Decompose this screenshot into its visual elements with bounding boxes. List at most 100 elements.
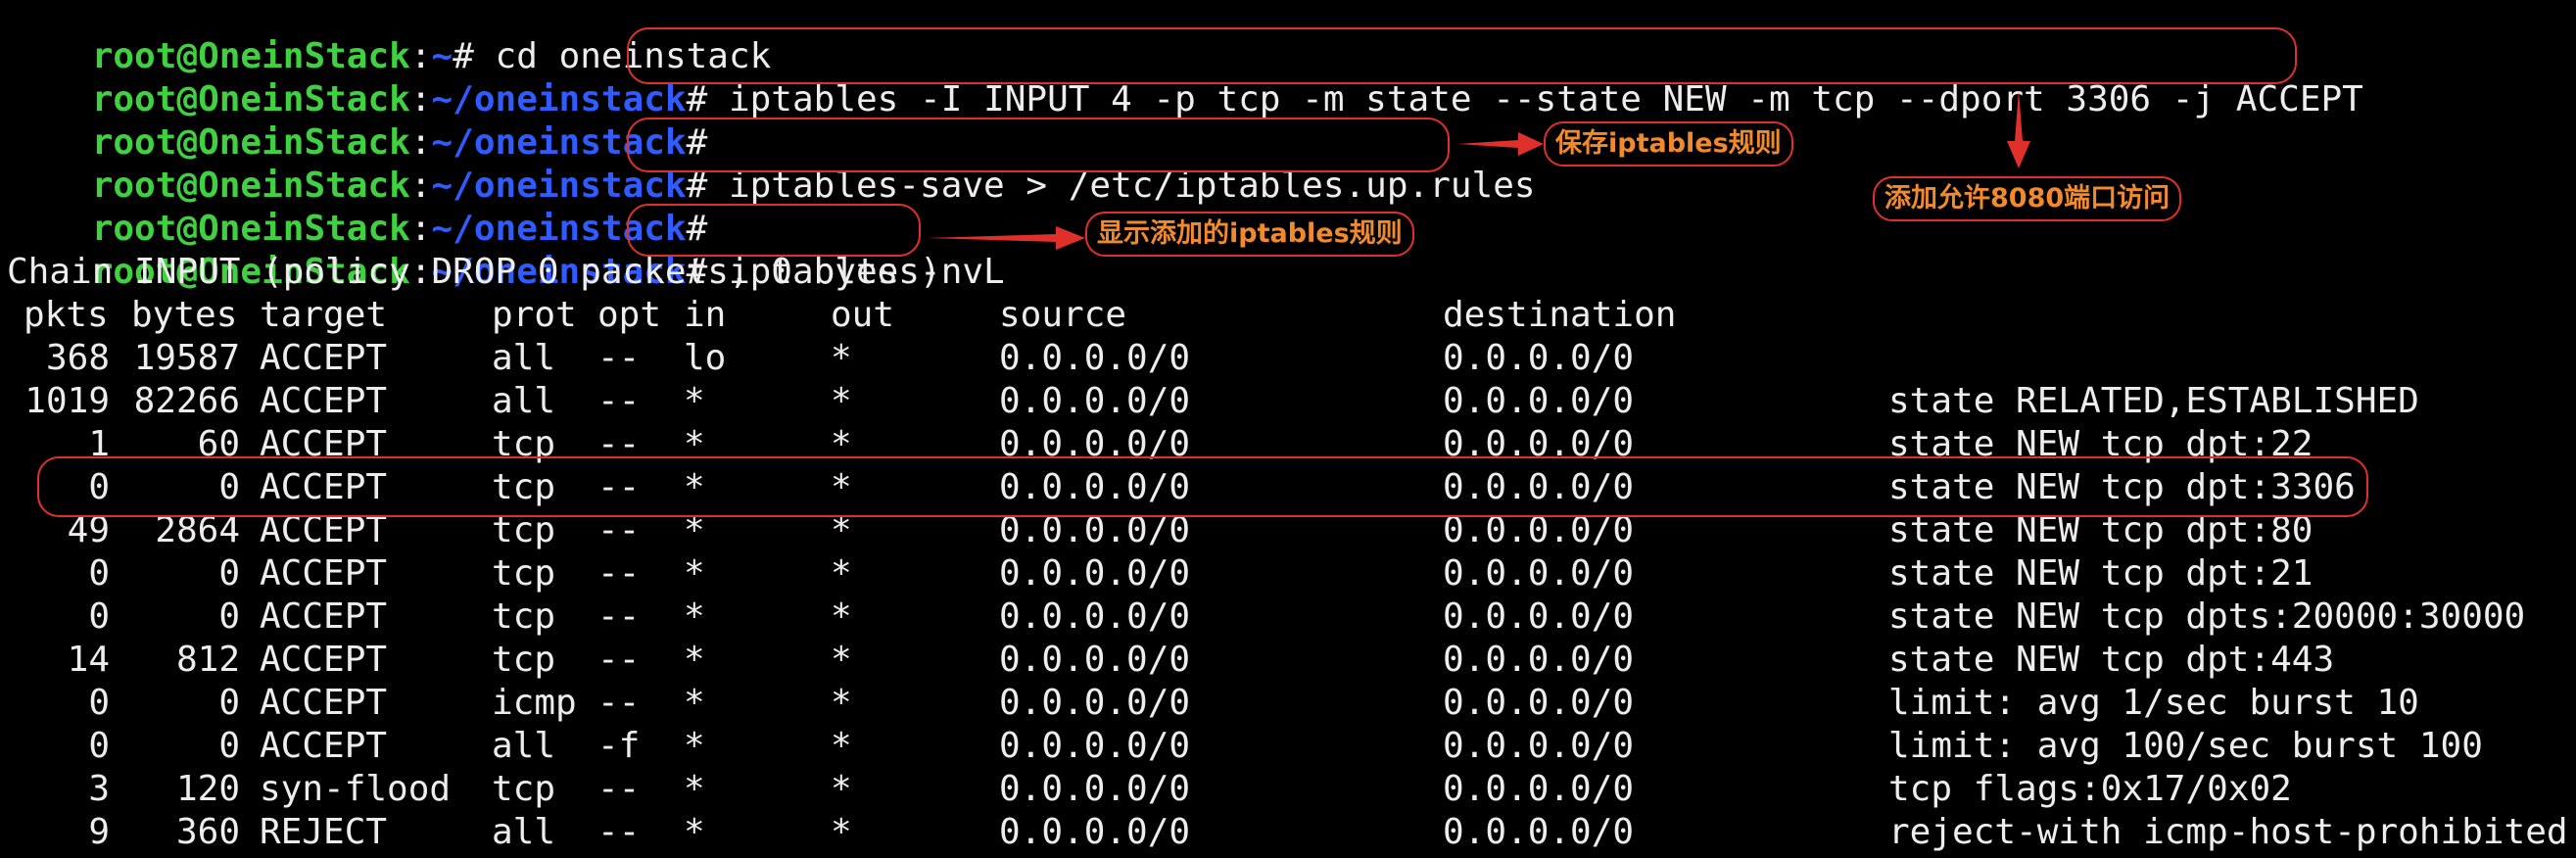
- cell-bytes: 0: [218, 683, 240, 723]
- cell-pkts: 368: [45, 338, 110, 378]
- cell-bytes: 360: [175, 812, 240, 852]
- cell-pkts: 0: [88, 553, 110, 594]
- cell-source: 0.0.0.0/0: [999, 338, 1191, 378]
- cell-prot: all: [492, 812, 556, 852]
- annotation-save-rules: 保存iptables规则: [1544, 121, 1793, 167]
- table-row: 368 19587 ACCEPT all -- lo * 0.0.0.0/0 0.0.0.0/0: [0, 337, 2576, 380]
- cell-out: *: [831, 683, 852, 723]
- command-line-5: root@OneinStack:~/oneinstack#: [7, 165, 708, 249]
- cell-target: ACCEPT: [260, 338, 388, 378]
- table-row: 0 0 ACCEPT tcp -- * * 0.0.0.0/0 0.0.0.0/0 state N…: [0, 596, 2576, 639]
- command-line-3: root@OneinStack:~/oneinstack#: [7, 78, 708, 163]
- cell-source: 0.0.0.0/0: [999, 683, 1191, 723]
- cell-in: *: [684, 683, 705, 723]
- cell-opt: --: [597, 553, 641, 594]
- table-row: 0 0 ACCEPT tcp -- * * 0.0.0.0/0 0.0.0.0/0 state N…: [0, 552, 2576, 596]
- cell-out: *: [831, 812, 852, 852]
- cell-opt: --: [597, 812, 641, 852]
- command-text: iptables -I INPUT 4 -p tcp -m state --st…: [707, 79, 2363, 119]
- cell-destination: 0.0.0.0/0: [1443, 338, 1635, 378]
- cell-pkts: 14: [67, 640, 110, 680]
- cell-target: ACCEPT: [260, 596, 388, 637]
- table-row: 3 120 syn-flood tcp -- * * 0.0.0.0/0 0.0.0.0/0 tc…: [0, 768, 2576, 811]
- highlight-insert-command: [627, 27, 2297, 84]
- cell-destination: 0.0.0.0/0: [1443, 726, 1635, 766]
- arrow-down-icon: [2007, 90, 2030, 168]
- table-header: pkts bytes target prot opt in out source…: [0, 294, 2576, 337]
- cell-prot: tcp: [492, 640, 556, 680]
- cell-opt: --: [597, 640, 641, 680]
- cell-opt: --: [597, 381, 641, 421]
- cell-pkts: 1019: [24, 381, 110, 421]
- cell-extra: state NEW tcp dpts:20000:30000: [1888, 596, 2526, 637]
- cell-destination: 0.0.0.0/0: [1443, 683, 1635, 723]
- cell-opt: --: [597, 683, 641, 723]
- cell-destination: 0.0.0.0/0: [1443, 596, 1635, 637]
- cell-opt: --: [597, 769, 641, 809]
- cell-target: ACCEPT: [260, 683, 388, 723]
- cell-out: *: [831, 338, 852, 378]
- cell-target: ACCEPT: [260, 553, 388, 594]
- cell-target: syn-flood: [260, 769, 452, 809]
- cell-prot: icmp: [492, 683, 577, 723]
- header-in: in: [684, 295, 727, 335]
- header-out: out: [831, 295, 895, 335]
- table-row: 9 360 REJECT all -- * * 0.0.0.0/0 0.0.0.0/0 rejec…: [0, 811, 2576, 854]
- cell-bytes: 0: [218, 596, 240, 637]
- cell-out: *: [831, 769, 852, 809]
- cell-pkts: 0: [88, 596, 110, 637]
- chain-header: Chain INPUT (policy DROP 0 packets, 0 by…: [7, 252, 941, 292]
- table-row: 14 812 ACCEPT tcp -- * * 0.0.0.0/0 0.0.0.0/0 stat…: [0, 639, 2576, 682]
- header-bytes: bytes: [131, 295, 238, 335]
- cell-out: *: [831, 726, 852, 766]
- cell-extra: state NEW tcp dpt:443: [1888, 640, 2335, 680]
- highlight-list-command: [627, 204, 921, 257]
- cell-prot: tcp: [492, 769, 556, 809]
- cell-prot: tcp: [492, 596, 556, 637]
- cell-in: *: [684, 381, 705, 421]
- header-destination: destination: [1443, 295, 1677, 335]
- cell-destination: 0.0.0.0/0: [1443, 640, 1635, 680]
- table-row: 1019 82266 ACCEPT all -- * * 0.0.0.0/0 0.0.0.0/0…: [0, 380, 2576, 423]
- cell-in: *: [684, 553, 705, 594]
- cell-source: 0.0.0.0/0: [999, 769, 1191, 809]
- header-source: source: [999, 295, 1127, 335]
- cell-prot: tcp: [492, 553, 556, 594]
- cell-extra: limit: avg 1/sec burst 10: [1888, 683, 2419, 723]
- cell-extra: [1888, 337, 2574, 380]
- cell-extra: tcp flags:0x17/0x02: [1888, 769, 2292, 809]
- cell-target: REJECT: [260, 812, 388, 852]
- cell-extra: state NEW tcp dpt:21: [1888, 553, 2314, 594]
- cell-source: 0.0.0.0/0: [999, 381, 1191, 421]
- arrow-right-icon: [927, 226, 1085, 250]
- cell-prot: all: [492, 381, 556, 421]
- cell-source: 0.0.0.0/0: [999, 812, 1191, 852]
- cell-opt: --: [597, 338, 641, 378]
- cell-in: *: [684, 812, 705, 852]
- terminal-window[interactable]: root@OneinStack:~# cd oneinstack root@On…: [0, 0, 2576, 858]
- table-row: 0 0 ACCEPT icmp -- * * 0.0.0.0/0 0.0.0.0/0 limit:…: [0, 682, 2576, 725]
- cell-opt: --: [597, 596, 641, 637]
- annotation-allow-port: 添加允许8080端口访问: [1873, 176, 2182, 221]
- annotation-show-rules: 显示添加的iptables规则: [1085, 212, 1414, 257]
- cell-pkts: 0: [88, 726, 110, 766]
- cell-opt: -f: [597, 726, 641, 766]
- cell-pkts: 9: [88, 812, 110, 852]
- cell-target: ACCEPT: [260, 381, 388, 421]
- cell-target: ACCEPT: [260, 640, 388, 680]
- cell-out: *: [831, 640, 852, 680]
- cell-extra: state RELATED,ESTABLISHED: [1888, 381, 2419, 421]
- cell-destination: 0.0.0.0/0: [1443, 769, 1635, 809]
- cell-bytes: 82266: [133, 381, 240, 421]
- cell-destination: 0.0.0.0/0: [1443, 381, 1635, 421]
- cell-bytes: 0: [218, 553, 240, 594]
- cell-in: *: [684, 640, 705, 680]
- header-prot: prot: [492, 295, 577, 335]
- cell-bytes: 0: [218, 726, 240, 766]
- cell-source: 0.0.0.0/0: [999, 553, 1191, 594]
- cell-out: *: [831, 553, 852, 594]
- cell-extra: limit: avg 100/sec burst 100: [1888, 726, 2483, 766]
- cell-in: lo: [684, 338, 727, 378]
- cell-destination: 0.0.0.0/0: [1443, 553, 1635, 594]
- arrow-right-icon: [1457, 132, 1544, 156]
